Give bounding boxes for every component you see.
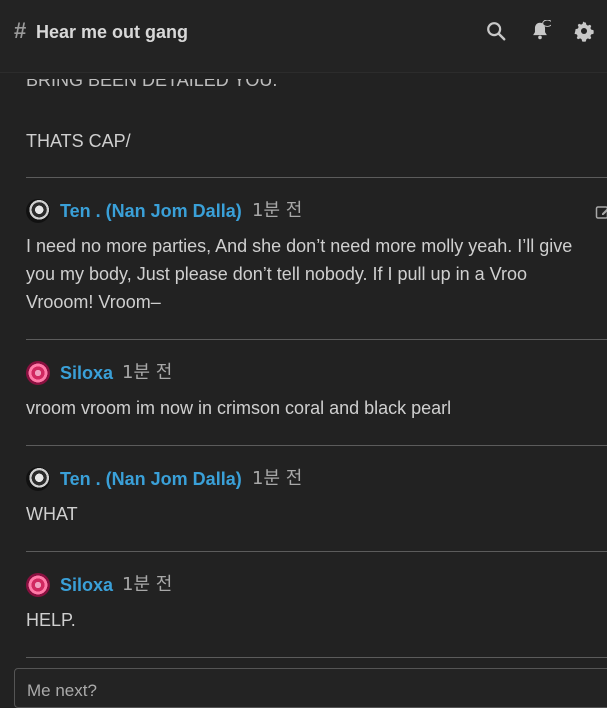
author-name[interactable]: Ten . (Nan Jom Dalla) [60,198,242,224]
channel-header: # Hear me out gang [0,0,607,73]
message-composer[interactable]: Me next? [14,668,607,708]
author-name[interactable]: Ten . (Nan Jom Dalla) [60,466,242,492]
message-text: HELP. [26,606,601,634]
author-name[interactable]: Siloxa [60,572,113,598]
timestamp: 1분 전 [122,572,172,598]
message-divider [26,551,607,552]
message-text: WHAT [26,500,601,528]
avatar[interactable] [26,361,50,385]
edit-icon[interactable] [595,204,607,220]
avatar[interactable] [26,467,50,491]
message-text: I need no more parties, And she don’t ne… [26,232,601,316]
message-divider [26,657,607,658]
message-line: you my body, Just please don’t tell nobo… [26,260,601,288]
gear-icon[interactable] [573,20,595,42]
message-divider [26,339,607,340]
message-line: Vrooom! Vroom– [26,288,601,316]
message-feed[interactable]: BRING BEEN DETAILED YOU. THATS CAP/ Ten … [0,74,607,668]
message-divider [26,177,607,178]
composer-placeholder: Me next? [27,681,97,701]
message-text: THATS CAP/ [26,127,601,155]
search-icon[interactable] [485,20,507,42]
hash-icon: # [14,20,34,42]
message-text: vroom vroom im now in crimson coral and … [26,394,601,422]
clipped-previous-message: BRING BEEN DETAILED YOU. [26,79,277,93]
avatar[interactable] [26,199,50,223]
bell-icon[interactable] [529,20,551,42]
channel-title: Hear me out gang [36,21,188,43]
message-line: I need no more parties, And she don’t ne… [26,232,601,260]
timestamp: 1분 전 [122,360,172,386]
avatar[interactable] [26,573,50,597]
timestamp: 1분 전 [252,198,302,224]
timestamp: 1분 전 [252,466,302,492]
message-divider [26,445,607,446]
author-name[interactable]: Siloxa [60,360,113,386]
